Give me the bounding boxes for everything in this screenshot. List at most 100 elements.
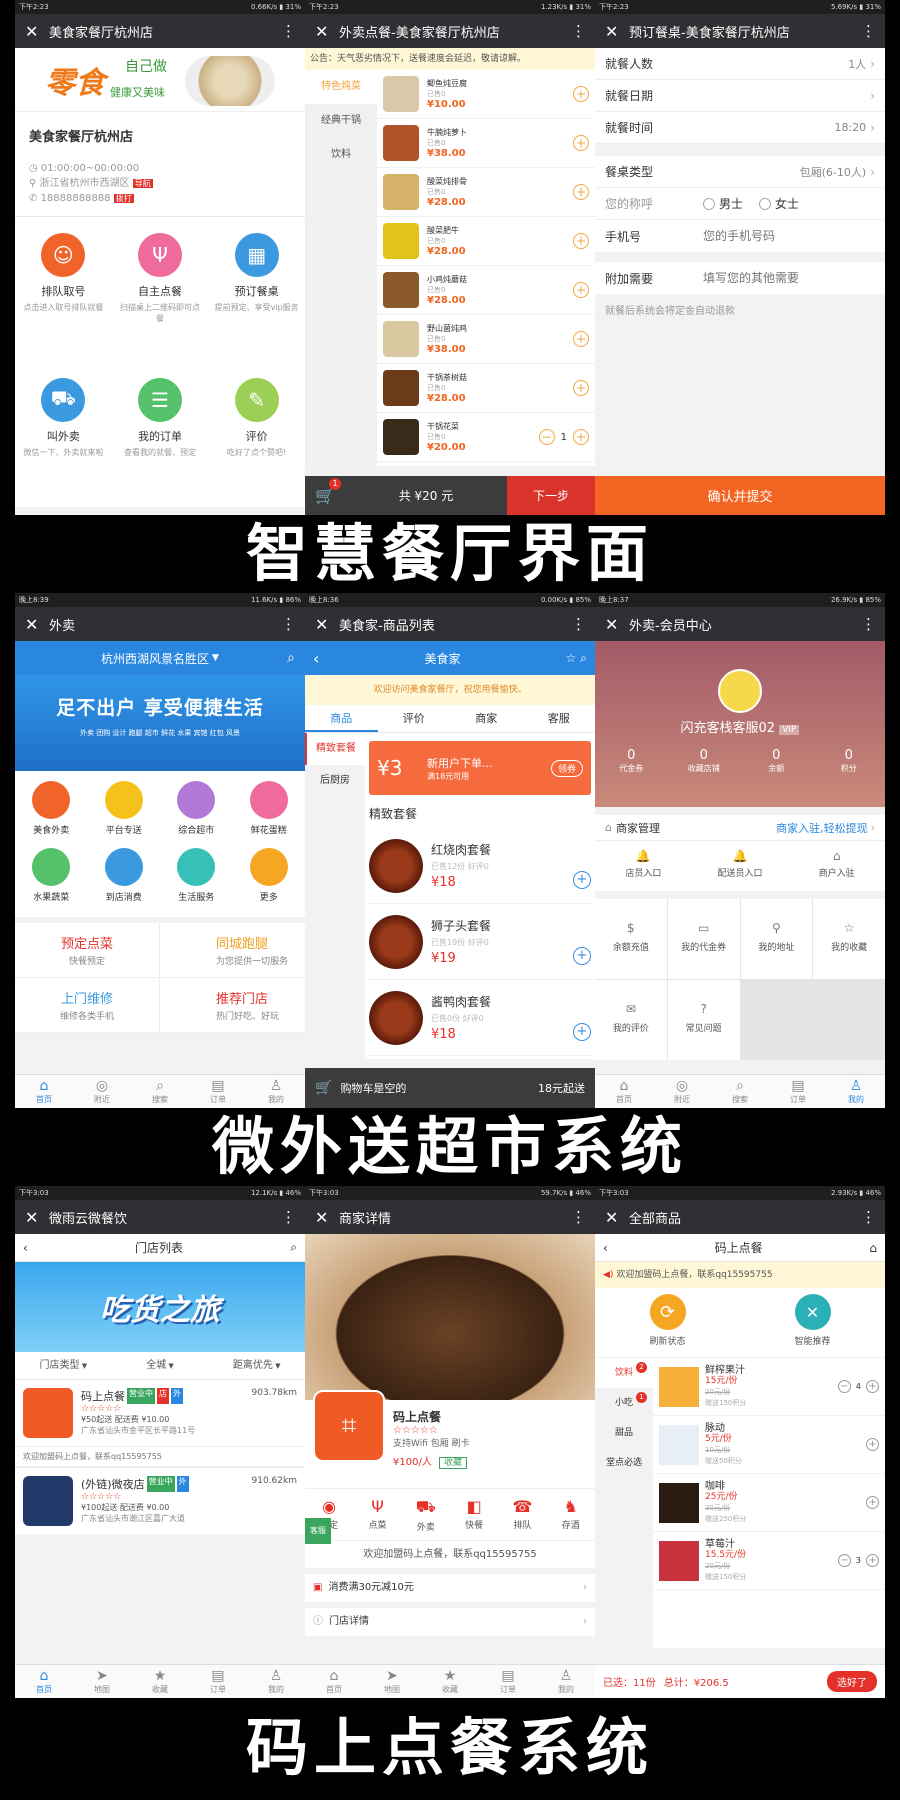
extra-input[interactable] bbox=[703, 271, 863, 285]
grid-item[interactable]: ☆ 我的收藏 bbox=[813, 899, 885, 979]
action-item[interactable]: ♞ 存酒 bbox=[547, 1489, 595, 1540]
entry-item[interactable]: ⌂ 商户入驻 bbox=[788, 841, 885, 891]
refresh-button[interactable]: ⟳ 刷新状态 bbox=[595, 1288, 740, 1357]
detail-row[interactable]: ⓘ 门店详情 › bbox=[305, 1608, 595, 1636]
feature-5[interactable]: ✎ 评价 吃好了点个赞吧! bbox=[208, 368, 305, 502]
more-icon[interactable]: ⋮ bbox=[571, 615, 586, 633]
tab-item[interactable]: ▤ 订单 bbox=[769, 1075, 827, 1108]
add-button[interactable]: + bbox=[573, 135, 589, 151]
grid-item[interactable]: ▭ 我的代金券 bbox=[667, 899, 740, 979]
tab-item[interactable]: ★ 收藏 bbox=[421, 1665, 479, 1698]
add-button[interactable]: + bbox=[573, 870, 591, 889]
feature-4[interactable]: ☰ 我的订单 查看我的就餐、预定 bbox=[112, 368, 209, 502]
more-icon[interactable]: ⋮ bbox=[571, 1208, 586, 1226]
add-button[interactable]: + bbox=[866, 1380, 879, 1393]
add-button[interactable]: + bbox=[573, 233, 589, 249]
merchant-row[interactable]: ⌂ 商家管理 商家入驻,轻松提现 › bbox=[595, 815, 885, 841]
add-button[interactable]: + bbox=[866, 1496, 879, 1509]
store-item[interactable]: (外链)微夜店 营业中外 910.62km ☆☆☆☆☆ ¥100起送 配送费 ¥0.00… bbox=[15, 1467, 305, 1534]
tab-item[interactable]: ♙ 我的 bbox=[247, 1665, 305, 1698]
action-item[interactable]: Ψ 点菜 bbox=[353, 1489, 401, 1540]
close-icon[interactable]: ✕ bbox=[315, 615, 339, 634]
customer-service-button[interactable]: 客服 bbox=[305, 1518, 331, 1544]
search-icon[interactable]: ⌕ bbox=[580, 651, 587, 666]
category-item[interactable]: 经典干锅 bbox=[305, 104, 377, 138]
feature-0[interactable]: ☺ 排队取号 点击进入取号排队就餐 bbox=[15, 223, 112, 368]
promo-card[interactable]: 同城跑腿 为您提供一切服务 bbox=[160, 923, 305, 978]
close-icon[interactable]: ✕ bbox=[25, 22, 49, 41]
grid-item[interactable]: ⚲ 我的地址 bbox=[740, 899, 813, 979]
close-icon[interactable]: ✕ bbox=[315, 1208, 339, 1227]
recommend-button[interactable]: ✕ 智能推荐 bbox=[740, 1288, 885, 1357]
add-button[interactable]: + bbox=[573, 429, 589, 445]
stat-item[interactable]: 0 积分 bbox=[813, 748, 886, 774]
tab-item[interactable]: ⌕ 搜索 bbox=[711, 1075, 769, 1108]
store-tab[interactable]: 评价 bbox=[378, 705, 451, 732]
tab-item[interactable]: ◎ 附近 bbox=[73, 1075, 131, 1108]
entry-item[interactable]: 🔔 配送员入口 bbox=[692, 841, 789, 891]
promo-row[interactable]: ▣ 消费满30元减10元 › bbox=[305, 1574, 595, 1602]
side-category[interactable]: 饮料 2 bbox=[595, 1358, 653, 1388]
search-icon[interactable]: ⌕ bbox=[287, 650, 295, 666]
minus-button[interactable]: − bbox=[837, 1554, 851, 1567]
feature-1[interactable]: Ψ 自主点餐 扫描桌上二维码即可点餐 bbox=[112, 223, 209, 368]
add-button[interactable]: + bbox=[573, 282, 589, 298]
grid-item[interactable]: ? 常见问题 bbox=[667, 980, 740, 1060]
avatar[interactable] bbox=[718, 669, 762, 713]
store-item[interactable]: 码上点餐 营业中店外 903.78km ☆☆☆☆☆ ¥50起送 配送费 ¥10.00 广东… bbox=[15, 1380, 305, 1446]
category-item[interactable]: 综合超市 bbox=[160, 777, 233, 844]
category-item[interactable]: 美食外卖 bbox=[15, 777, 88, 844]
filter-item[interactable]: 门店类型 ▼ bbox=[15, 1352, 112, 1379]
minus-button[interactable]: − bbox=[837, 1380, 851, 1393]
more-icon[interactable]: ⋮ bbox=[281, 1208, 296, 1226]
category-item[interactable]: 平台专送 bbox=[88, 777, 161, 844]
feature-3[interactable]: ⛟ 叫外卖 微信一下、外卖就来啦 bbox=[15, 368, 112, 502]
tab-item[interactable]: ⌂ 首页 bbox=[15, 1075, 73, 1108]
category-item[interactable]: 生活服务 bbox=[160, 844, 233, 911]
tab-item[interactable]: ★ 收藏 bbox=[131, 1665, 189, 1698]
more-icon[interactable]: ⋮ bbox=[571, 22, 586, 40]
filter-item[interactable]: 全城 ▼ bbox=[112, 1352, 209, 1379]
reserve-row[interactable]: 就餐时间 18:20 › bbox=[595, 112, 885, 144]
add-button[interactable]: + bbox=[573, 331, 589, 347]
tab-item[interactable]: ♙ 我的 bbox=[247, 1075, 305, 1108]
grid-item[interactable]: ✉ 我的评价 bbox=[595, 980, 667, 1060]
tab-item[interactable]: ♙ 我的 bbox=[827, 1075, 885, 1108]
more-icon[interactable]: ⋮ bbox=[861, 615, 876, 633]
dial-button[interactable]: 拨打 bbox=[113, 194, 134, 203]
next-button[interactable]: 下一步 bbox=[507, 476, 595, 515]
action-item[interactable]: ⛟ 外卖 bbox=[402, 1489, 450, 1540]
category-item[interactable]: 到店消费 bbox=[88, 844, 161, 911]
side-category[interactable]: 堂点必选 bbox=[595, 1448, 653, 1478]
tab-item[interactable]: ◎ 附近 bbox=[653, 1075, 711, 1108]
location-bar[interactable]: 杭州西湖风景名胜区 ▼ ⌕ bbox=[15, 641, 305, 675]
category-item[interactable]: 特色炖菜 bbox=[305, 70, 377, 104]
close-icon[interactable]: ✕ bbox=[605, 615, 629, 634]
add-button[interactable]: + bbox=[573, 1022, 591, 1041]
male-radio[interactable] bbox=[703, 197, 715, 210]
more-icon[interactable]: ⋮ bbox=[281, 22, 296, 40]
store-tab[interactable]: 客服 bbox=[523, 705, 596, 732]
promo-card[interactable]: 上门维修 维修各类手机 bbox=[15, 978, 160, 1033]
grid-item[interactable]: $ 余额充值 bbox=[595, 899, 667, 979]
more-icon[interactable]: ⋮ bbox=[861, 1208, 876, 1226]
stat-item[interactable]: 0 代金券 bbox=[595, 748, 668, 774]
close-icon[interactable]: ✕ bbox=[605, 1208, 629, 1227]
stat-item[interactable]: 0 收藏店铺 bbox=[668, 748, 741, 774]
feature-2[interactable]: ▦ 预订餐桌 提前预定、享受vip服务 bbox=[208, 223, 305, 368]
cart-icon[interactable]: 🛒 bbox=[315, 1080, 332, 1096]
tab-item[interactable]: ➤ 地图 bbox=[363, 1665, 421, 1698]
side-category[interactable]: 小吃 1 bbox=[595, 1388, 653, 1418]
side-category[interactable]: 后厨房 bbox=[305, 765, 365, 797]
bank-icon[interactable]: ⌂ bbox=[869, 1241, 877, 1255]
add-button[interactable]: + bbox=[866, 1438, 879, 1451]
action-item[interactable]: ☎ 排队 bbox=[498, 1489, 546, 1540]
action-item[interactable]: ◧ 快餐 bbox=[450, 1489, 498, 1540]
add-button[interactable]: + bbox=[866, 1554, 879, 1567]
add-button[interactable]: + bbox=[573, 184, 589, 200]
tab-item[interactable]: ⌂ 首页 bbox=[305, 1665, 363, 1698]
minus-button[interactable]: − bbox=[538, 429, 555, 445]
more-icon[interactable]: ⋮ bbox=[281, 615, 296, 633]
category-item[interactable]: 更多 bbox=[233, 844, 306, 911]
promo-card[interactable]: 推荐门店 热门好吃、好玩 bbox=[160, 978, 305, 1033]
